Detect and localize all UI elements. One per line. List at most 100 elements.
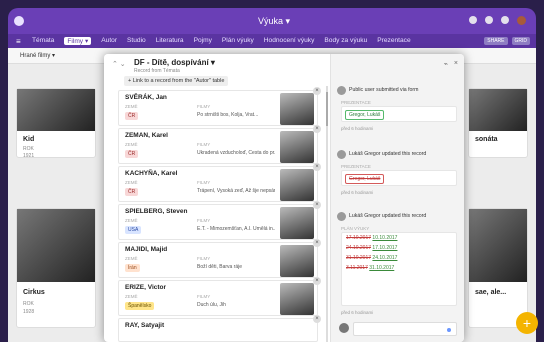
tab-studio[interactable]: Studio bbox=[127, 37, 146, 45]
author-name: ZEMAN, Karel bbox=[125, 132, 168, 139]
country-badge: Španělsko bbox=[125, 302, 155, 310]
gallery-card[interactable]: sae, ale... bbox=[468, 208, 528, 328]
notifications-icon[interactable] bbox=[501, 16, 509, 24]
films-label: FILMY bbox=[197, 142, 211, 147]
gallery-card[interactable]: Cirkus ROK 1928 bbox=[16, 208, 96, 328]
date-change-row: 31.10.2017 24.10.2017 bbox=[342, 253, 456, 263]
author-card[interactable]: ZEMAN, Karel ZEMĚ FILMY ČR Ukradená vzdu… bbox=[118, 125, 321, 164]
country-label: ZEMĚ bbox=[125, 142, 138, 147]
tab-body-za-vyuku[interactable]: Body za výuku bbox=[324, 37, 367, 45]
user-avatar bbox=[339, 323, 349, 333]
card-title: sonáta bbox=[475, 136, 498, 143]
activity-panel: ⌁ × Public user submitted via form PREZE… bbox=[330, 54, 464, 342]
author-card[interactable]: ERIZE, Victor ZEMĚ FILMY Španělsko Duch … bbox=[118, 277, 321, 316]
author-card[interactable]: KACHYŇA, Karel ZEMĚ FILMY ČR Trápení, Vy… bbox=[118, 163, 321, 202]
author-card[interactable]: RAY, Satyajit × bbox=[118, 315, 321, 342]
activity-timestamp: před 6 hodinami bbox=[341, 310, 374, 315]
remove-link-icon[interactable]: × bbox=[313, 277, 321, 285]
author-card[interactable]: SVĚRÁK, Jan ZEMĚ FILMY ČR Po strništi bo… bbox=[118, 87, 321, 126]
rss-icon[interactable]: ⌁ bbox=[444, 60, 448, 68]
country-badge: Írán bbox=[125, 264, 140, 272]
author-card[interactable]: MAJIDI, Majid ZEMĚ FILMY Írán Boží děti,… bbox=[118, 239, 321, 278]
author-card[interactable]: SPIELBERG, Steven ZEMĚ FILMY USA E.T. - … bbox=[118, 201, 321, 240]
country-label: ZEMĚ bbox=[125, 294, 138, 299]
record-title[interactable]: DF - Dítě, dospívání ▾ bbox=[134, 58, 215, 67]
remove-link-icon[interactable]: × bbox=[313, 239, 321, 247]
app-title[interactable]: Výuka ▾ bbox=[258, 16, 290, 27]
close-icon[interactable]: × bbox=[454, 60, 458, 68]
modal-header: ⌃ ⌄ DF - Dítě, dospívání ▾ Record from T… bbox=[104, 54, 330, 78]
date-change-row: 24.10.2017 17.10.2017 bbox=[342, 243, 456, 253]
tab-temata[interactable]: Témata bbox=[32, 37, 54, 45]
films-label: FILMY bbox=[197, 104, 211, 109]
country-badge: USA bbox=[125, 226, 142, 234]
user-avatar bbox=[337, 150, 346, 159]
films-list: Po strništi bos, Kolja, Vrat... bbox=[197, 112, 259, 118]
author-name: SPIELBERG, Steven bbox=[125, 208, 188, 215]
activity-value-box: Gregor, Lukáš bbox=[341, 170, 457, 186]
remove-link-icon[interactable]: × bbox=[313, 163, 321, 171]
topbar-icons bbox=[469, 16, 526, 25]
tab-hodnoceni-vyuky[interactable]: Hodnocení výuky bbox=[264, 37, 315, 45]
country-badge: ČR bbox=[125, 112, 139, 120]
gallery-card[interactable]: Kid ROK 1921 bbox=[16, 88, 96, 159]
country-label: ZEMĚ bbox=[125, 218, 138, 223]
tab-plan-vyuky[interactable]: Plán výuky bbox=[222, 37, 254, 45]
author-photo bbox=[280, 245, 314, 277]
gallery-card[interactable]: sonáta bbox=[468, 88, 528, 158]
comment-input[interactable] bbox=[353, 322, 457, 336]
films-list: Boží děti, Barva ráje bbox=[197, 264, 243, 270]
author-photo bbox=[280, 283, 314, 315]
author-name: SVĚRÁK, Jan bbox=[125, 94, 167, 101]
added-tag: Gregor, Lukáš bbox=[345, 110, 385, 120]
activity-date-changes: 17.10.2017 10.10.2017 24.10.2017 17.10.2… bbox=[341, 232, 457, 306]
date-change-row: 17.10.2017 10.10.2017 bbox=[342, 233, 456, 243]
app-topbar: Výuka ▾ bbox=[8, 8, 536, 34]
remove-link-icon[interactable]: × bbox=[313, 125, 321, 133]
author-name: RAY, Satyajit bbox=[125, 322, 165, 329]
tab-autor[interactable]: Autor bbox=[101, 37, 117, 45]
share-icon[interactable] bbox=[485, 16, 493, 24]
activity-top-icons: ⌁ × bbox=[444, 60, 458, 68]
activity-timestamp: před 6 hodinami bbox=[341, 126, 374, 131]
app-logo-icon[interactable] bbox=[14, 16, 24, 26]
modal-scrollbar[interactable] bbox=[326, 86, 328, 342]
send-indicator-icon[interactable] bbox=[447, 328, 451, 332]
tab-filmy[interactable]: Filmy ▾ bbox=[64, 37, 92, 45]
user-avatar bbox=[337, 212, 346, 221]
country-badge: ČR bbox=[125, 188, 139, 196]
remove-link-icon[interactable]: × bbox=[313, 315, 321, 323]
card-meta-value: 1921 bbox=[23, 153, 35, 159]
author-photo bbox=[280, 131, 314, 163]
share-view-button[interactable]: SHARE bbox=[484, 37, 508, 45]
link-record-button[interactable]: + Link to a record from the "Autor" tabl… bbox=[124, 76, 229, 86]
menu-icon[interactable]: ≡ bbox=[16, 37, 21, 46]
author-photo bbox=[280, 93, 314, 125]
comment-composer bbox=[339, 320, 459, 338]
card-title: sae, ale... bbox=[475, 289, 507, 296]
activity-timestamp: před 6 hodinami bbox=[341, 190, 374, 195]
add-record-fab[interactable]: + bbox=[516, 312, 538, 334]
scrollbar-thumb[interactable] bbox=[326, 92, 328, 126]
author-photo bbox=[280, 207, 314, 239]
chevron-up-down-icon[interactable]: ⌃ ⌄ bbox=[112, 60, 126, 68]
navbar-right-actions: SHARE GRID bbox=[484, 37, 530, 45]
films-label: FILMY bbox=[197, 294, 211, 299]
remove-link-icon[interactable]: × bbox=[313, 201, 321, 209]
films-label: FILMY bbox=[197, 218, 211, 223]
user-avatar bbox=[337, 86, 346, 95]
user-avatar[interactable] bbox=[517, 16, 526, 25]
help-icon[interactable] bbox=[469, 16, 477, 24]
films-list: Duch úlu, Jih bbox=[197, 302, 226, 308]
tab-prezentace[interactable]: Prezentace bbox=[377, 37, 410, 45]
country-label: ZEMĚ bbox=[125, 104, 138, 109]
remove-link-icon[interactable]: × bbox=[313, 87, 321, 95]
grid-view-button[interactable]: GRID bbox=[511, 37, 530, 45]
tab-literatura[interactable]: Literatura bbox=[156, 37, 184, 45]
view-selector[interactable]: Hrané filmy ▾ bbox=[20, 52, 55, 59]
activity-value-box: Gregor, Lukáš bbox=[341, 106, 457, 122]
country-badge: ČR bbox=[125, 150, 139, 158]
author-name: KACHYŇA, Karel bbox=[125, 170, 178, 177]
tab-pojmy[interactable]: Pojmy bbox=[194, 37, 212, 45]
record-modal: ⌃ ⌄ DF - Dítě, dospívání ▾ Record from T… bbox=[104, 54, 464, 342]
